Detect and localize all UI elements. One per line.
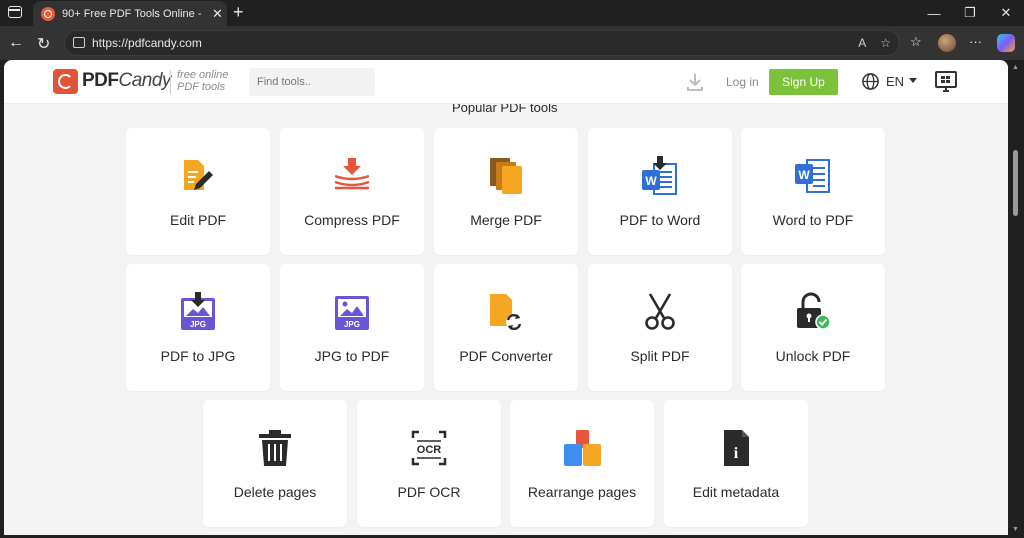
pdf-to-word-icon: W bbox=[642, 156, 677, 195]
globe-icon[interactable] bbox=[861, 72, 880, 91]
tool-card-compress-pdf[interactable]: Compress PDF bbox=[280, 128, 424, 255]
minimize-button[interactable]: — bbox=[916, 0, 952, 26]
tool-card-pdf-converter[interactable]: PDF Converter bbox=[434, 264, 578, 391]
favorites-icon[interactable]: ☆ bbox=[910, 34, 922, 50]
word-to-pdf-icon: W bbox=[795, 159, 830, 193]
logo-text[interactable]: PDFCandy bbox=[82, 70, 171, 92]
tool-label: Split PDF bbox=[630, 348, 690, 364]
tool-label: Merge PDF bbox=[470, 212, 542, 228]
pdf-converter-icon bbox=[490, 294, 522, 331]
signup-button[interactable]: Sign Up bbox=[769, 69, 838, 95]
tool-card-pdf-ocr[interactable]: OCR PDF OCR bbox=[357, 400, 501, 527]
tab-actions-icon[interactable] bbox=[8, 6, 22, 18]
favorite-star-icon[interactable]: ☆ bbox=[880, 36, 891, 50]
tab-title: 90+ Free PDF Tools Online - PDF bbox=[62, 7, 202, 20]
tool-label: JPG to PDF bbox=[314, 348, 390, 364]
tool-label: Word to PDF bbox=[772, 212, 854, 228]
svg-text:OCR: OCR bbox=[417, 444, 442, 456]
tool-label: Compress PDF bbox=[304, 212, 400, 228]
logo-divider bbox=[170, 70, 171, 94]
new-tab-button[interactable]: + bbox=[233, 2, 244, 23]
language-selector[interactable]: EN bbox=[886, 74, 904, 89]
site-info-icon[interactable] bbox=[73, 37, 85, 48]
tool-card-delete-pages[interactable]: Delete pages bbox=[203, 400, 347, 527]
browser-tab[interactable]: 90+ Free PDF Tools Online - PDF ✕ bbox=[33, 1, 227, 26]
more-options-icon[interactable]: ··· bbox=[969, 34, 982, 49]
tool-card-word-to-pdf[interactable]: W Word to PDF bbox=[741, 128, 885, 255]
browser-titlebar: 90+ Free PDF Tools Online - PDF ✕ + — ❐ … bbox=[0, 0, 1024, 26]
scissors-icon bbox=[645, 293, 675, 330]
search-input[interactable] bbox=[249, 68, 375, 96]
read-aloud-icon[interactable]: A bbox=[858, 36, 866, 50]
address-bar[interactable]: https://pdfcandy.com A ☆ bbox=[64, 30, 900, 56]
login-link[interactable]: Log in bbox=[726, 75, 759, 89]
svg-text:JPG: JPG bbox=[190, 320, 206, 329]
tool-card-merge-pdf[interactable]: Merge PDF bbox=[434, 128, 578, 255]
tool-label: PDF to Word bbox=[619, 212, 701, 228]
tool-card-unlock-pdf[interactable]: Unlock PDF bbox=[741, 264, 885, 391]
tool-card-edit-metadata[interactable]: i Edit metadata bbox=[664, 400, 808, 527]
tab-close-icon[interactable]: ✕ bbox=[212, 6, 223, 22]
profile-avatar[interactable] bbox=[938, 34, 956, 52]
tool-label: PDF OCR bbox=[397, 484, 461, 500]
pdfcandy-favicon-icon bbox=[41, 6, 55, 21]
pdf-to-jpg-icon: JPG bbox=[181, 292, 215, 330]
refresh-icon[interactable]: ↻ bbox=[37, 34, 50, 54]
pdfcandy-logo-icon[interactable] bbox=[53, 69, 78, 94]
tool-card-pdf-to-word[interactable]: W PDF to Word bbox=[588, 128, 732, 255]
scroll-thumb[interactable] bbox=[1013, 150, 1018, 216]
metadata-icon: i bbox=[724, 430, 749, 466]
download-icon[interactable] bbox=[685, 72, 705, 92]
tool-label: Edit PDF bbox=[169, 212, 226, 228]
tool-card-pdf-to-jpg[interactable]: JPG PDF to JPG bbox=[126, 264, 270, 391]
url-text[interactable]: https://pdfcandy.com bbox=[92, 36, 202, 50]
svg-text:JPG: JPG bbox=[344, 320, 360, 329]
svg-text:i: i bbox=[734, 445, 739, 462]
unlock-icon bbox=[797, 292, 831, 330]
scroll-up-icon[interactable]: ▲ bbox=[1012, 64, 1019, 71]
tool-label: Edit metadata bbox=[692, 484, 780, 500]
tool-label: Delete pages bbox=[233, 484, 317, 500]
restore-button[interactable]: ❐ bbox=[952, 0, 988, 26]
desktop-app-icon[interactable] bbox=[934, 70, 958, 94]
tool-label: Rearrange pages bbox=[527, 484, 637, 500]
ocr-icon: OCR bbox=[411, 430, 447, 466]
svg-text:W: W bbox=[798, 168, 810, 182]
page-scrollbar[interactable]: ▲ ▼ bbox=[1010, 60, 1020, 535]
jpg-to-pdf-icon: JPG bbox=[335, 296, 369, 330]
browser-toolbar: ← ↻ https://pdfcandy.com A ☆ ☆ ··· bbox=[0, 26, 1024, 60]
page-viewport: Popular PDF tools PDFCandy free online P… bbox=[4, 60, 1008, 535]
tool-label: PDF Converter bbox=[459, 348, 553, 364]
merge-pdf-icon bbox=[490, 158, 522, 194]
trash-icon bbox=[259, 430, 291, 466]
tool-card-rearrange-pages[interactable]: Rearrange pages bbox=[510, 400, 654, 527]
back-icon[interactable]: ← bbox=[8, 34, 24, 52]
copilot-icon[interactable] bbox=[997, 34, 1015, 52]
scroll-down-icon[interactable]: ▼ bbox=[1012, 526, 1019, 533]
compress-pdf-icon bbox=[334, 158, 370, 190]
site-header: PDFCandy free online PDF tools Log in Si… bbox=[4, 60, 1008, 104]
tool-card-jpg-to-pdf[interactable]: JPG JPG to PDF bbox=[280, 264, 424, 391]
tool-card-edit-pdf[interactable]: Edit PDF bbox=[126, 128, 270, 255]
tagline: free online PDF tools bbox=[177, 69, 229, 93]
svg-text:W: W bbox=[645, 174, 657, 188]
tool-label: Unlock PDF bbox=[775, 348, 851, 364]
edit-pdf-icon bbox=[184, 160, 213, 190]
rearrange-pages-icon bbox=[564, 430, 601, 466]
chevron-down-icon[interactable] bbox=[909, 78, 917, 83]
tool-label: PDF to JPG bbox=[160, 348, 236, 364]
close-window-button[interactable]: ✕ bbox=[988, 0, 1024, 26]
tool-card-split-pdf[interactable]: Split PDF bbox=[588, 264, 732, 391]
